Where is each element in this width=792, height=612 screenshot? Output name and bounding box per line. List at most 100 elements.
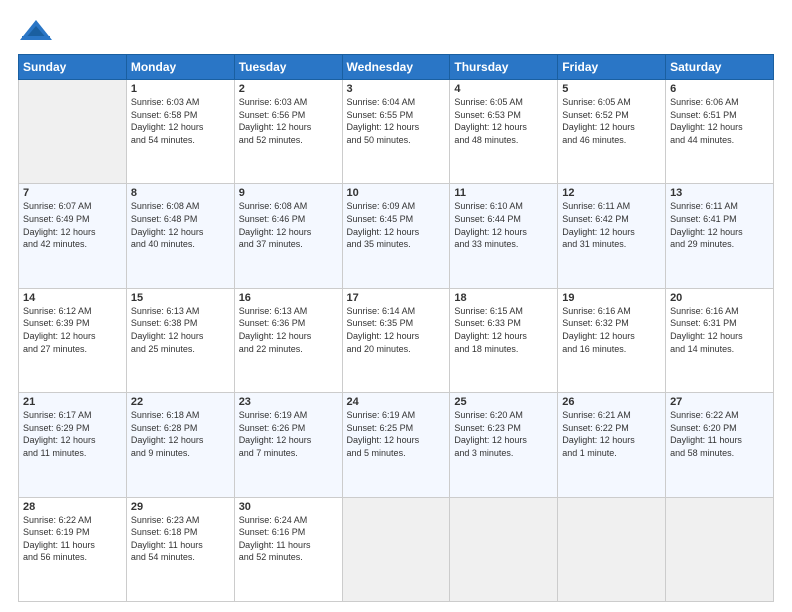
- calendar-cell: 14Sunrise: 6:12 AM Sunset: 6:39 PM Dayli…: [19, 288, 127, 392]
- calendar-cell: 6Sunrise: 6:06 AM Sunset: 6:51 PM Daylig…: [666, 80, 774, 184]
- day-info: Sunrise: 6:19 AM Sunset: 6:25 PM Dayligh…: [347, 409, 446, 459]
- calendar-cell: 8Sunrise: 6:08 AM Sunset: 6:48 PM Daylig…: [126, 184, 234, 288]
- day-number: 4: [454, 83, 553, 95]
- calendar-cell: [558, 497, 666, 601]
- day-info: Sunrise: 6:16 AM Sunset: 6:31 PM Dayligh…: [670, 305, 769, 355]
- day-number: 18: [454, 292, 553, 304]
- day-info: Sunrise: 6:23 AM Sunset: 6:18 PM Dayligh…: [131, 514, 230, 564]
- calendar-cell: 13Sunrise: 6:11 AM Sunset: 6:41 PM Dayli…: [666, 184, 774, 288]
- day-number: 28: [23, 501, 122, 513]
- col-header-tuesday: Tuesday: [234, 55, 342, 80]
- calendar-cell: 2Sunrise: 6:03 AM Sunset: 6:56 PM Daylig…: [234, 80, 342, 184]
- col-header-friday: Friday: [558, 55, 666, 80]
- day-number: 29: [131, 501, 230, 513]
- week-row-1: 7Sunrise: 6:07 AM Sunset: 6:49 PM Daylig…: [19, 184, 774, 288]
- logo: [18, 18, 58, 46]
- day-number: 13: [670, 187, 769, 199]
- calendar-cell: 11Sunrise: 6:10 AM Sunset: 6:44 PM Dayli…: [450, 184, 558, 288]
- day-info: Sunrise: 6:21 AM Sunset: 6:22 PM Dayligh…: [562, 409, 661, 459]
- day-info: Sunrise: 6:08 AM Sunset: 6:48 PM Dayligh…: [131, 200, 230, 250]
- day-number: 30: [239, 501, 338, 513]
- day-number: 20: [670, 292, 769, 304]
- day-info: Sunrise: 6:05 AM Sunset: 6:53 PM Dayligh…: [454, 96, 553, 146]
- day-info: Sunrise: 6:03 AM Sunset: 6:56 PM Dayligh…: [239, 96, 338, 146]
- day-info: Sunrise: 6:03 AM Sunset: 6:58 PM Dayligh…: [131, 96, 230, 146]
- day-number: 12: [562, 187, 661, 199]
- day-number: 14: [23, 292, 122, 304]
- day-number: 5: [562, 83, 661, 95]
- day-number: 23: [239, 396, 338, 408]
- day-number: 21: [23, 396, 122, 408]
- day-info: Sunrise: 6:09 AM Sunset: 6:45 PM Dayligh…: [347, 200, 446, 250]
- day-number: 26: [562, 396, 661, 408]
- day-info: Sunrise: 6:05 AM Sunset: 6:52 PM Dayligh…: [562, 96, 661, 146]
- calendar-cell: 25Sunrise: 6:20 AM Sunset: 6:23 PM Dayli…: [450, 393, 558, 497]
- col-header-monday: Monday: [126, 55, 234, 80]
- day-info: Sunrise: 6:13 AM Sunset: 6:36 PM Dayligh…: [239, 305, 338, 355]
- header: [18, 18, 774, 46]
- day-info: Sunrise: 6:24 AM Sunset: 6:16 PM Dayligh…: [239, 514, 338, 564]
- day-number: 15: [131, 292, 230, 304]
- day-info: Sunrise: 6:16 AM Sunset: 6:32 PM Dayligh…: [562, 305, 661, 355]
- calendar-cell: 1Sunrise: 6:03 AM Sunset: 6:58 PM Daylig…: [126, 80, 234, 184]
- week-row-3: 21Sunrise: 6:17 AM Sunset: 6:29 PM Dayli…: [19, 393, 774, 497]
- week-row-2: 14Sunrise: 6:12 AM Sunset: 6:39 PM Dayli…: [19, 288, 774, 392]
- day-info: Sunrise: 6:19 AM Sunset: 6:26 PM Dayligh…: [239, 409, 338, 459]
- calendar-cell: 4Sunrise: 6:05 AM Sunset: 6:53 PM Daylig…: [450, 80, 558, 184]
- calendar-cell: 26Sunrise: 6:21 AM Sunset: 6:22 PM Dayli…: [558, 393, 666, 497]
- calendar-cell: [450, 497, 558, 601]
- day-info: Sunrise: 6:04 AM Sunset: 6:55 PM Dayligh…: [347, 96, 446, 146]
- calendar-cell: 5Sunrise: 6:05 AM Sunset: 6:52 PM Daylig…: [558, 80, 666, 184]
- day-number: 25: [454, 396, 553, 408]
- page: SundayMondayTuesdayWednesdayThursdayFrid…: [0, 0, 792, 612]
- col-header-sunday: Sunday: [19, 55, 127, 80]
- header-row: SundayMondayTuesdayWednesdayThursdayFrid…: [19, 55, 774, 80]
- calendar-cell: 10Sunrise: 6:09 AM Sunset: 6:45 PM Dayli…: [342, 184, 450, 288]
- day-number: 16: [239, 292, 338, 304]
- calendar-cell: [666, 497, 774, 601]
- calendar-cell: 21Sunrise: 6:17 AM Sunset: 6:29 PM Dayli…: [19, 393, 127, 497]
- calendar-cell: 29Sunrise: 6:23 AM Sunset: 6:18 PM Dayli…: [126, 497, 234, 601]
- calendar-cell: 16Sunrise: 6:13 AM Sunset: 6:36 PM Dayli…: [234, 288, 342, 392]
- day-info: Sunrise: 6:11 AM Sunset: 6:42 PM Dayligh…: [562, 200, 661, 250]
- day-info: Sunrise: 6:12 AM Sunset: 6:39 PM Dayligh…: [23, 305, 122, 355]
- day-info: Sunrise: 6:17 AM Sunset: 6:29 PM Dayligh…: [23, 409, 122, 459]
- day-info: Sunrise: 6:22 AM Sunset: 6:19 PM Dayligh…: [23, 514, 122, 564]
- day-number: 24: [347, 396, 446, 408]
- calendar-cell: 23Sunrise: 6:19 AM Sunset: 6:26 PM Dayli…: [234, 393, 342, 497]
- calendar-cell: 19Sunrise: 6:16 AM Sunset: 6:32 PM Dayli…: [558, 288, 666, 392]
- week-row-0: 1Sunrise: 6:03 AM Sunset: 6:58 PM Daylig…: [19, 80, 774, 184]
- day-number: 9: [239, 187, 338, 199]
- day-number: 22: [131, 396, 230, 408]
- day-info: Sunrise: 6:14 AM Sunset: 6:35 PM Dayligh…: [347, 305, 446, 355]
- day-info: Sunrise: 6:20 AM Sunset: 6:23 PM Dayligh…: [454, 409, 553, 459]
- calendar-cell: 20Sunrise: 6:16 AM Sunset: 6:31 PM Dayli…: [666, 288, 774, 392]
- calendar-cell: 17Sunrise: 6:14 AM Sunset: 6:35 PM Dayli…: [342, 288, 450, 392]
- calendar-table: SundayMondayTuesdayWednesdayThursdayFrid…: [18, 54, 774, 602]
- calendar-cell: 9Sunrise: 6:08 AM Sunset: 6:46 PM Daylig…: [234, 184, 342, 288]
- day-number: 1: [131, 83, 230, 95]
- logo-icon: [18, 18, 54, 46]
- day-number: 6: [670, 83, 769, 95]
- day-number: 19: [562, 292, 661, 304]
- day-info: Sunrise: 6:22 AM Sunset: 6:20 PM Dayligh…: [670, 409, 769, 459]
- calendar-cell: 7Sunrise: 6:07 AM Sunset: 6:49 PM Daylig…: [19, 184, 127, 288]
- calendar-cell: [342, 497, 450, 601]
- day-info: Sunrise: 6:08 AM Sunset: 6:46 PM Dayligh…: [239, 200, 338, 250]
- calendar-cell: 30Sunrise: 6:24 AM Sunset: 6:16 PM Dayli…: [234, 497, 342, 601]
- day-info: Sunrise: 6:13 AM Sunset: 6:38 PM Dayligh…: [131, 305, 230, 355]
- calendar-cell: [19, 80, 127, 184]
- day-number: 17: [347, 292, 446, 304]
- calendar-cell: 12Sunrise: 6:11 AM Sunset: 6:42 PM Dayli…: [558, 184, 666, 288]
- calendar-cell: 3Sunrise: 6:04 AM Sunset: 6:55 PM Daylig…: [342, 80, 450, 184]
- calendar-cell: 22Sunrise: 6:18 AM Sunset: 6:28 PM Dayli…: [126, 393, 234, 497]
- day-info: Sunrise: 6:10 AM Sunset: 6:44 PM Dayligh…: [454, 200, 553, 250]
- day-info: Sunrise: 6:15 AM Sunset: 6:33 PM Dayligh…: [454, 305, 553, 355]
- calendar-cell: 18Sunrise: 6:15 AM Sunset: 6:33 PM Dayli…: [450, 288, 558, 392]
- day-info: Sunrise: 6:07 AM Sunset: 6:49 PM Dayligh…: [23, 200, 122, 250]
- day-number: 3: [347, 83, 446, 95]
- day-number: 8: [131, 187, 230, 199]
- day-number: 2: [239, 83, 338, 95]
- week-row-4: 28Sunrise: 6:22 AM Sunset: 6:19 PM Dayli…: [19, 497, 774, 601]
- col-header-saturday: Saturday: [666, 55, 774, 80]
